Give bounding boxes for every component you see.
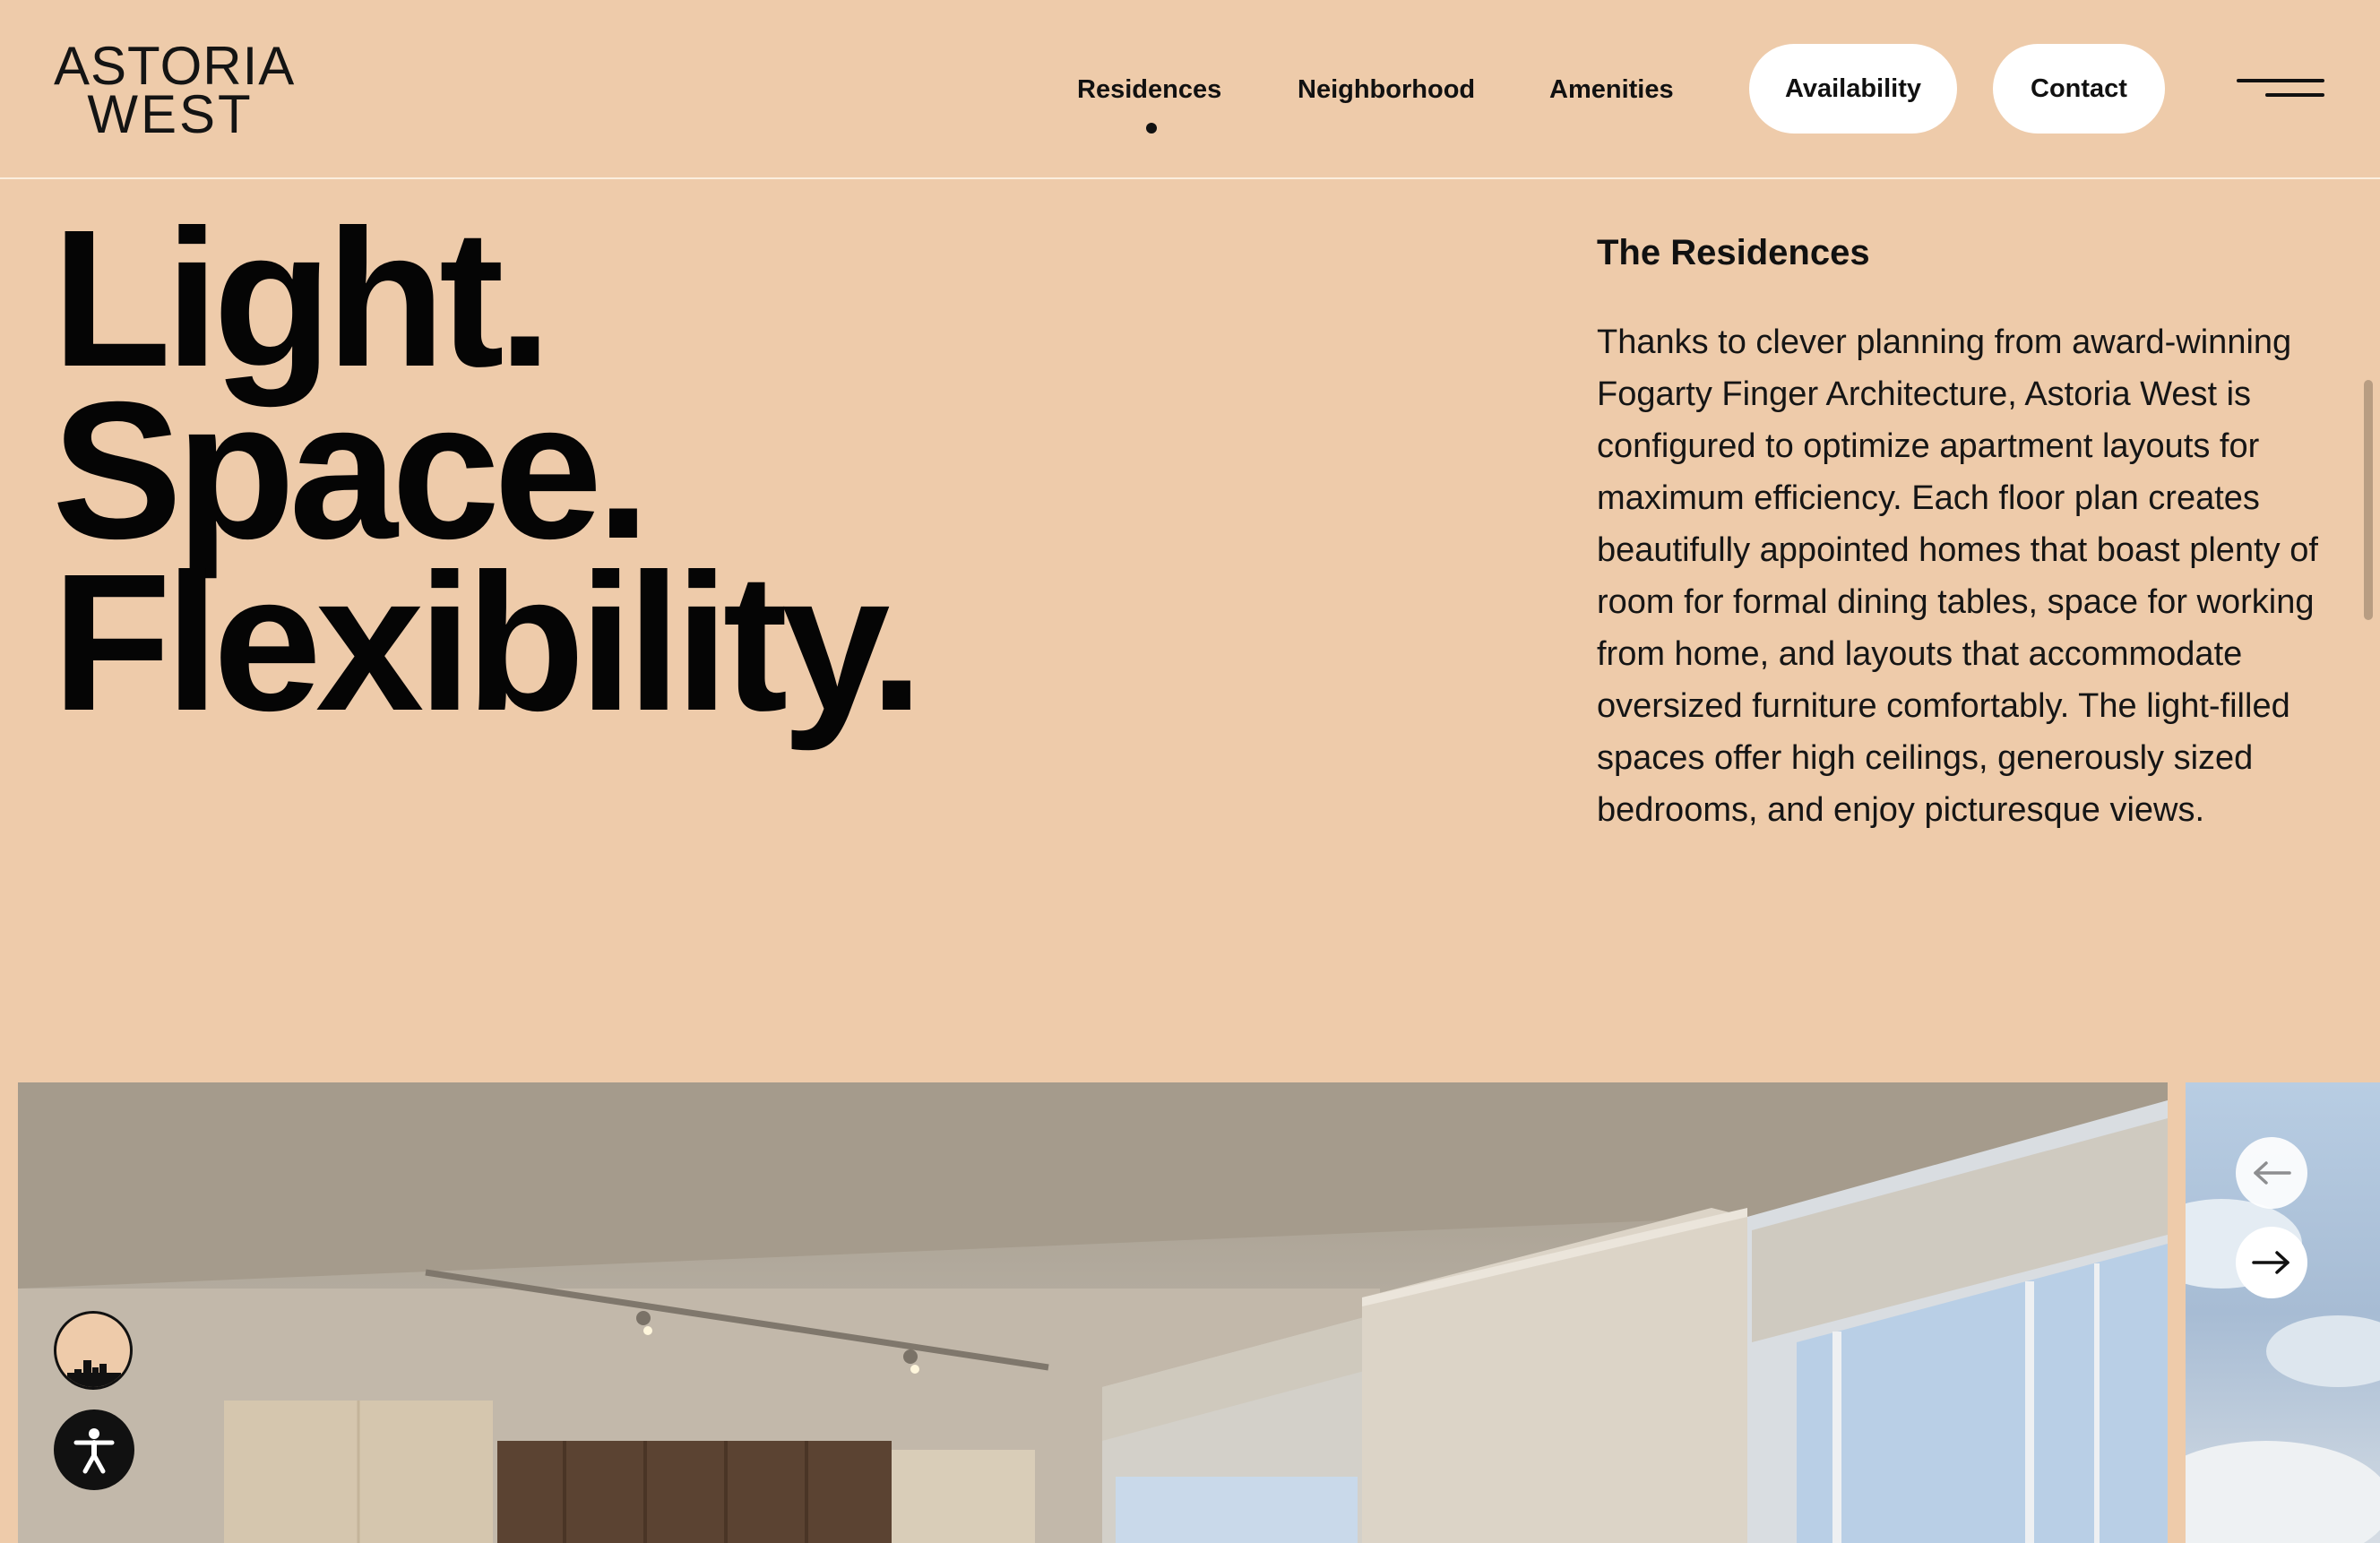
nav-item-amenities[interactable]: Amenities bbox=[1549, 75, 1674, 105]
headline-line-3: Flexibility. bbox=[52, 534, 924, 752]
logo-line-2: WEST bbox=[87, 84, 254, 144]
active-nav-indicator bbox=[1146, 123, 1157, 134]
site-logo[interactable]: ASTORIA WEST bbox=[54, 39, 294, 142]
hamburger-menu-icon[interactable] bbox=[2231, 72, 2330, 108]
accessibility-icon bbox=[73, 1428, 115, 1474]
page: ASTORIA WEST Residences Neighborhood Ame… bbox=[0, 0, 2380, 1543]
section-body: Thanks to clever planning from award-win… bbox=[1597, 323, 2318, 829]
gallery-prev-button[interactable] bbox=[2236, 1137, 2307, 1209]
site-header: ASTORIA WEST Residences Neighborhood Ame… bbox=[0, 0, 2380, 179]
headline-line-2: Space. bbox=[52, 362, 651, 580]
arrow-right-icon bbox=[2252, 1251, 2289, 1274]
gallery-next-button[interactable] bbox=[2236, 1227, 2307, 1298]
availability-button[interactable]: Availability bbox=[1749, 44, 1957, 134]
gallery-slide-image bbox=[18, 1082, 2168, 1543]
arrow-left-icon bbox=[2254, 1161, 2291, 1185]
section-title: The Residences bbox=[1597, 233, 1870, 272]
accessibility-button[interactable] bbox=[54, 1409, 134, 1490]
hero-headline: Light. Space. Flexibility. bbox=[52, 190, 924, 752]
nav-item-neighborhood[interactable]: Neighborhood bbox=[1298, 75, 1475, 105]
residences-intro: The Residences Thanks to clever planning… bbox=[1597, 233, 2341, 836]
headline-line-1: Light. bbox=[52, 190, 552, 408]
contact-button[interactable]: Contact bbox=[1993, 44, 2165, 134]
nav-item-residences[interactable]: Residences bbox=[1077, 75, 1221, 105]
page-scrollbar[interactable] bbox=[2364, 380, 2373, 620]
skyline-icon[interactable] bbox=[54, 1311, 133, 1390]
